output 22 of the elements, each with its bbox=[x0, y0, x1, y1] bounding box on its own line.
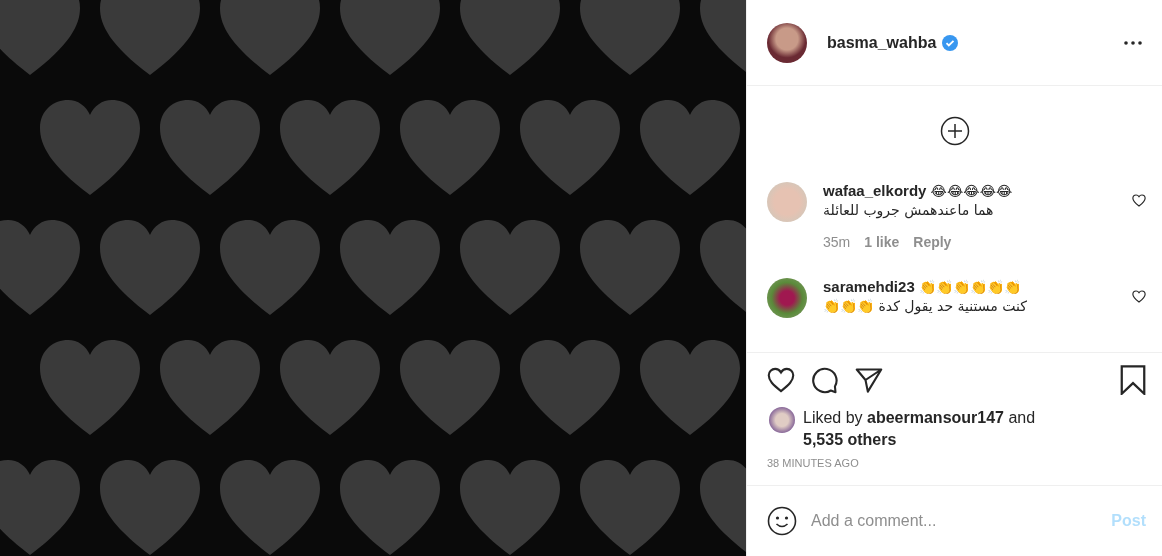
liked-by-text: Liked by abeermansour147 and 5,535 others bbox=[803, 408, 1036, 450]
avatar bbox=[769, 407, 795, 433]
share-icon[interactable] bbox=[855, 367, 883, 393]
comment-emojis: 😂😂😂😂😂 bbox=[930, 183, 1013, 199]
avatar[interactable] bbox=[767, 22, 807, 63]
like-icon[interactable] bbox=[1132, 194, 1146, 207]
comment-text: كنت مستنية حد يقول كدة 👏👏👏 bbox=[823, 298, 1027, 314]
post-timestamp: 38 MINUTES AGO bbox=[766, 456, 860, 471]
avatar[interactable] bbox=[767, 278, 807, 318]
like-icon[interactable] bbox=[1132, 290, 1146, 303]
emoji-icon[interactable] bbox=[767, 506, 797, 536]
comment-icon[interactable] bbox=[811, 366, 839, 394]
comment-username[interactable]: saramehdi23 bbox=[823, 278, 915, 295]
comment-time: 35m bbox=[823, 234, 851, 250]
comment-emojis: 👏👏👏👏👏👏 bbox=[918, 279, 1021, 295]
like-icon[interactable] bbox=[767, 367, 795, 393]
comment-username[interactable]: wafaa_elkordy bbox=[823, 182, 927, 199]
username[interactable]: basma_wahba bbox=[827, 33, 937, 52]
more-options-icon[interactable] bbox=[1124, 40, 1142, 45]
load-more-icon[interactable] bbox=[939, 116, 970, 146]
bookmark-icon[interactable] bbox=[1120, 365, 1146, 395]
comment-text: هما ماعندهمش جروب للعائلة bbox=[823, 202, 994, 218]
